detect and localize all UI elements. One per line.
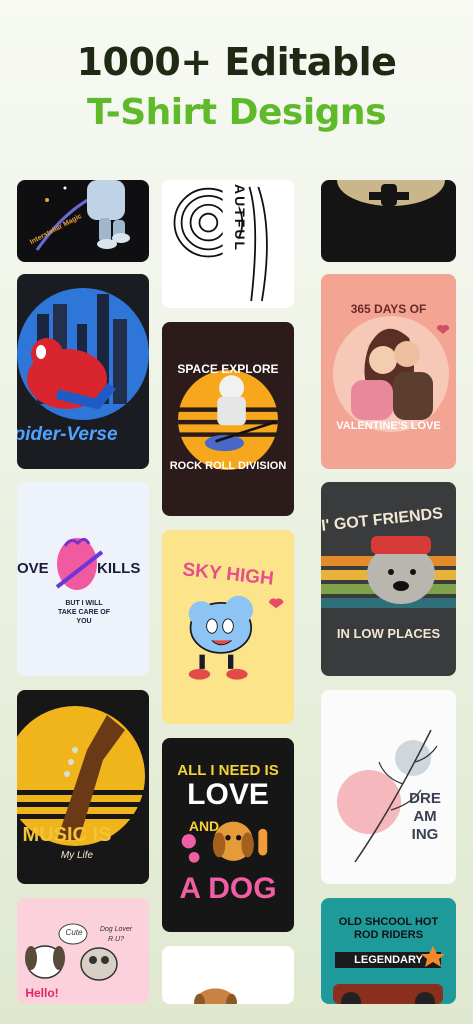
dreaming-line2: AM <box>413 808 437 825</box>
valentine-top-text: 365 DAYS OF <box>350 302 427 316</box>
dog-head-illustration <box>194 988 237 1004</box>
love-dog-line3: AND <box>188 818 220 834</box>
astronaut-guitar-illustration <box>178 369 278 470</box>
space-explore-bottom: ROCK ROLL DIVISION <box>169 460 287 472</box>
design-card-love-kills[interactable]: OVE KILLS BUT I WILL TAKE CARE OF YOU <box>17 482 149 676</box>
headline-secondary: T-Shirt Designs <box>87 92 387 133</box>
love-kills-right: KILLS <box>97 560 141 577</box>
music-script-text: My Life <box>60 850 94 861</box>
flower-lineart-illustration <box>173 186 268 302</box>
design-card-spider-verse[interactable]: Spider-Verse <box>17 274 149 469</box>
cute-bubble-text: Cute <box>65 928 83 937</box>
dog-lover-text: Dog Lover <box>99 926 133 933</box>
love-dog-line4: A DOG <box>179 872 277 905</box>
friends-bottom-text: IN LOW PLACES <box>336 626 441 641</box>
botanical-lineart-illustration <box>337 729 438 863</box>
dreaming-line3: ING <box>411 826 439 843</box>
design-card-beautiful[interactable]: AUTFUL <box>162 180 294 308</box>
design-card-dark-top[interactable] <box>321 180 456 262</box>
design-card-dog-partial[interactable] <box>162 946 294 1004</box>
header: 1000+ Editable T-Shirt Designs <box>0 36 473 136</box>
design-card-love-a-dog[interactable]: ALL I NEED IS LOVE AND A DOG <box>162 738 294 932</box>
music-main-text: MUSIC IS <box>22 824 112 846</box>
headline-primary: 1000+ Editable <box>76 40 397 84</box>
design-card-space-explore[interactable]: SPACE EXPLORE ROCK ROLL DIVISION <box>162 322 294 516</box>
hot-rod-top-text: OLD SHCOOL HOT ROD RIDERS <box>338 916 439 941</box>
spider-verse-text: Spider-Verse <box>17 424 118 445</box>
design-card-hello-dogs[interactable]: Cute Dog Lover R.U? Hello! <box>17 898 149 1004</box>
love-kills-sub2: TAKE CARE OF <box>58 609 110 616</box>
design-card-friends[interactable]: I' GOT FRIENDS IN LOW PLACES <box>321 482 456 676</box>
love-dog-line1: ALL I NEED IS <box>177 762 279 779</box>
valentine-bottom-text: VALENTINE'S LOVE <box>336 420 441 432</box>
love-dog-line2: LOVE <box>187 778 269 811</box>
love-kills-sub3: YOU <box>76 618 92 625</box>
design-card-interstellar[interactable]: Interstellar Magic <box>17 180 149 262</box>
love-kills-left: OVE <box>17 560 49 577</box>
heart-illustration <box>55 537 104 590</box>
dreaming-line1: DRE <box>409 790 441 807</box>
design-card-valentine[interactable]: 365 DAYS OF VALENTINE'S LOVE <box>321 274 456 469</box>
moon-illustration <box>337 180 445 206</box>
design-grid: Interstellar Magic Spider-Verse <box>0 180 473 1004</box>
astronaut-illustration <box>35 180 130 251</box>
design-card-dreaming[interactable]: DRE AM ING <box>321 690 456 884</box>
hot-rod-banner-text: LEGENDARY <box>354 954 423 966</box>
design-card-hot-rod[interactable]: OLD SHCOOL HOT ROD RIDERS LEGENDARY <box>321 898 456 1004</box>
love-kills-sub1: BUT I WILL <box>65 600 103 607</box>
hot-rod-car-illustration <box>333 946 445 1004</box>
beautiful-vertical-text: AUTFUL <box>232 184 248 252</box>
space-explore-top: SPACE EXPLORE <box>177 362 279 376</box>
ru-text: R.U? <box>108 936 124 943</box>
design-card-sky-high[interactable]: SKY HIGH <box>162 530 294 724</box>
design-card-music[interactable]: MUSIC IS My Life <box>17 690 149 884</box>
hello-text: Hello! <box>25 986 59 1000</box>
